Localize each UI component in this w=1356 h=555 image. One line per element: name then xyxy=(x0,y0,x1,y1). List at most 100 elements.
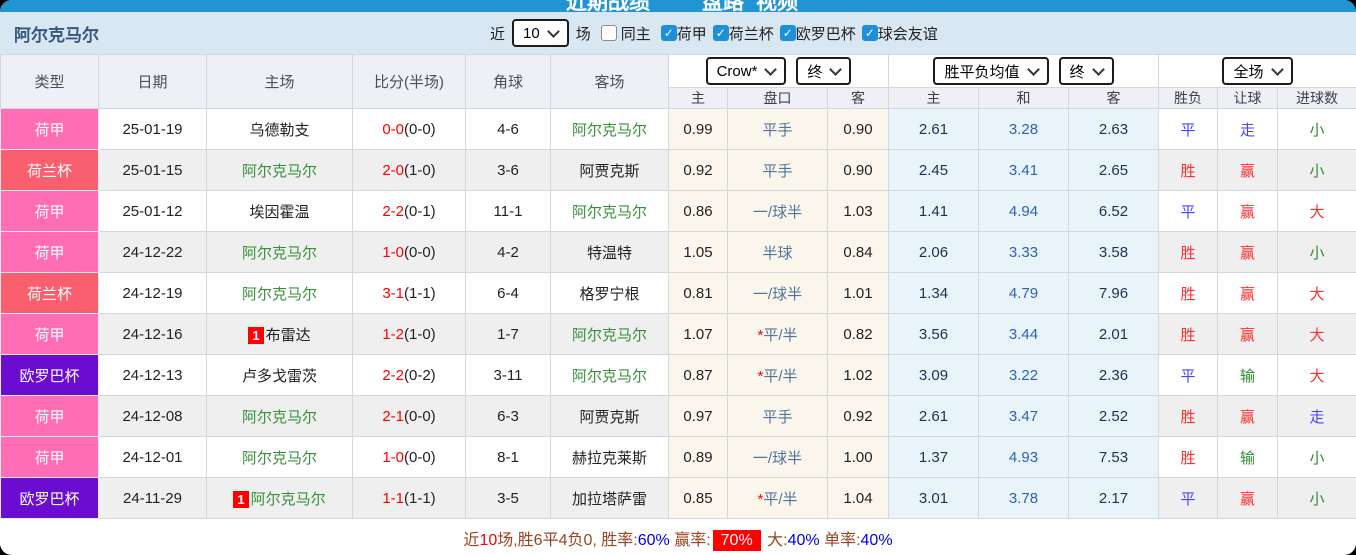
result-outcome: 胜 xyxy=(1158,149,1218,191)
summary-stat: 60% xyxy=(637,532,670,549)
handicap-home-odds: 0.97 xyxy=(668,395,728,437)
match-row: 荷甲 25-01-19 乌德勒支 0-0(0-0) 4-6 阿尔克马尔 0.99 平手 0.90… xyxy=(0,108,1356,150)
odds-group-header: 胜平负均值终 xyxy=(888,54,1159,88)
result-handicap: 赢 xyxy=(1217,477,1278,519)
halftime-score: (1-0) xyxy=(404,161,436,179)
score: 1-1(1-1) xyxy=(352,477,466,519)
away-team-name: 阿尔克马尔 xyxy=(571,367,647,385)
home-team: 1 阿尔克马尔 xyxy=(206,477,353,519)
corners: 11-1 xyxy=(465,190,551,232)
match-row: 荷甲 24-12-22 阿尔克马尔 1-0(0-0) 4-2 特温特 1.05 半球 0.84 2… xyxy=(0,231,1356,273)
avg-away-odds: 3.58 xyxy=(1068,231,1159,273)
away-team: 赫拉克莱斯 xyxy=(550,436,669,478)
result-handicap: 赢 xyxy=(1217,395,1278,437)
away-team: 阿贾克斯 xyxy=(550,149,669,191)
handicap-away-odds: 0.90 xyxy=(827,149,889,191)
avg-home-odds: 2.45 xyxy=(888,149,979,191)
result-outcome: 胜 xyxy=(1158,313,1218,355)
result-outcome: 平 xyxy=(1158,477,1218,519)
score: 2-2(0-2) xyxy=(352,354,466,396)
summary-stat: 大: xyxy=(762,532,788,549)
match-date: 24-12-08 xyxy=(98,395,207,437)
home-team: 阿尔克马尔 xyxy=(206,272,353,314)
summary-stat: 赢率: xyxy=(669,532,711,549)
away-team-name: 特温特 xyxy=(586,244,632,262)
recent-count-select[interactable]: 10 xyxy=(512,19,569,47)
corners: 8-1 xyxy=(465,436,551,478)
home-team-name: 埃因霍温 xyxy=(249,203,310,221)
sub-column-header: 和 xyxy=(978,87,1069,109)
chevron-down-icon xyxy=(1270,62,1284,76)
avg-home-odds: 3.09 xyxy=(888,354,979,396)
league-filter-checkbox[interactable]: ✓ xyxy=(779,25,796,41)
result-outcome: 平 xyxy=(1158,108,1218,150)
summary-stat: 40% xyxy=(860,532,893,549)
match-row: 荷甲 24-12-08 阿尔克马尔 2-1(0-0) 6-3 阿贾克斯 0.97 平手 0.92… xyxy=(0,395,1356,437)
home-team-name: 阿尔克马尔 xyxy=(241,408,317,426)
corners: 1-7 xyxy=(465,313,551,355)
fulltime-score: 1-0 xyxy=(382,243,404,261)
league-badge: 荷甲 xyxy=(0,436,99,478)
league-filter-label: 球会友谊 xyxy=(877,25,938,43)
sub-column-header: 盘口 xyxy=(727,87,828,109)
home-team-name: 阿尔克马尔 xyxy=(241,162,317,180)
handicap-line: *平/半 xyxy=(727,313,828,355)
tab-handicap-trend[interactable]: 盘路 xyxy=(702,0,744,12)
result-handicap: 赢 xyxy=(1217,149,1278,191)
away-team-name: 阿尔克马尔 xyxy=(571,203,647,221)
result-handicap: 赢 xyxy=(1217,313,1278,355)
odds-group-header: Crow* 终 xyxy=(668,54,889,88)
score: 2-2(0-1) xyxy=(352,190,466,232)
summary-footer: 近10场,胜6平4负0, 胜率:60% 赢率: 70% 大:40% 单率:40% xyxy=(0,519,1356,554)
odds-group-header: 全场 xyxy=(1158,54,1356,88)
avg-away-odds: 7.96 xyxy=(1068,272,1159,314)
match-date: 25-01-19 xyxy=(98,108,207,150)
handicap-away-odds: 0.84 xyxy=(827,231,889,273)
result-goals: 小 xyxy=(1277,149,1356,191)
avg-home-odds: 2.06 xyxy=(888,231,979,273)
match-row: 荷甲 25-01-12 埃因霍温 2-2(0-1) 11-1 阿尔克马尔 0.86 一/球半 1… xyxy=(0,190,1356,232)
same-home-checkbox[interactable] xyxy=(600,25,617,41)
league-badge: 荷甲 xyxy=(0,108,99,150)
sub-column-header: 进球数 xyxy=(1277,87,1356,109)
sub-column-header: 胜负 xyxy=(1158,87,1218,109)
handicap-final-select[interactable]: 终 xyxy=(796,57,852,85)
home-team: 1 布雷达 xyxy=(206,313,353,355)
match-date: 24-12-22 xyxy=(98,231,207,273)
score: 3-1(1-1) xyxy=(352,272,466,314)
fulltime-score: 1-1 xyxy=(382,489,404,507)
tab-recent-results[interactable]: 近期战绩 xyxy=(566,0,650,12)
home-team: 阿尔克马尔 xyxy=(206,149,353,191)
league-filter-checkbox[interactable]: ✓ xyxy=(861,25,878,41)
result-outcome: 胜 xyxy=(1158,272,1218,314)
avg-home-odds: 2.61 xyxy=(888,395,979,437)
fulltime-score: 2-0 xyxy=(382,161,404,179)
rank-badge: 1 xyxy=(248,326,264,344)
avg-away-odds: 2.52 xyxy=(1068,395,1159,437)
match-row: 欧罗巴杯 24-12-13 卢多戈雷茨 2-2(0-2) 3-11 阿尔克马尔 0.87 *平… xyxy=(0,354,1356,396)
score: 0-0(0-0) xyxy=(352,108,466,150)
away-team: 特温特 xyxy=(550,231,669,273)
away-team: 阿尔克马尔 xyxy=(550,190,669,232)
handicap-away-odds: 1.01 xyxy=(827,272,889,314)
league-filter-checkbox[interactable]: ✓ xyxy=(660,25,677,41)
match-period-select[interactable]: 全场 xyxy=(1222,57,1293,85)
chevron-down-icon xyxy=(1026,62,1040,76)
tab-video[interactable]: 视频 xyxy=(756,0,798,12)
result-outcome: 胜 xyxy=(1158,231,1218,273)
league-filter-checkbox[interactable]: ✓ xyxy=(712,25,729,41)
away-team-name: 加拉塔萨雷 xyxy=(571,490,647,508)
match-date: 25-01-15 xyxy=(98,149,207,191)
avg-final-select[interactable]: 终 xyxy=(1058,57,1114,85)
avg-draw-odds: 3.41 xyxy=(978,149,1069,191)
fulltime-score: 1-0 xyxy=(382,448,404,466)
handicap-home-odds: 1.07 xyxy=(668,313,728,355)
avg-metric-select[interactable]: 胜平负均值 xyxy=(933,57,1049,85)
column-header: 角球 xyxy=(465,54,551,109)
halftime-score: (0-2) xyxy=(404,366,436,384)
home-team-name: 阿尔克马尔 xyxy=(241,285,317,303)
away-team-name: 格罗宁根 xyxy=(579,285,640,303)
away-team-name: 阿贾克斯 xyxy=(579,408,640,426)
bookmaker-select[interactable]: Crow* xyxy=(705,57,787,85)
league-filter-label: 荷兰杯 xyxy=(728,25,774,43)
